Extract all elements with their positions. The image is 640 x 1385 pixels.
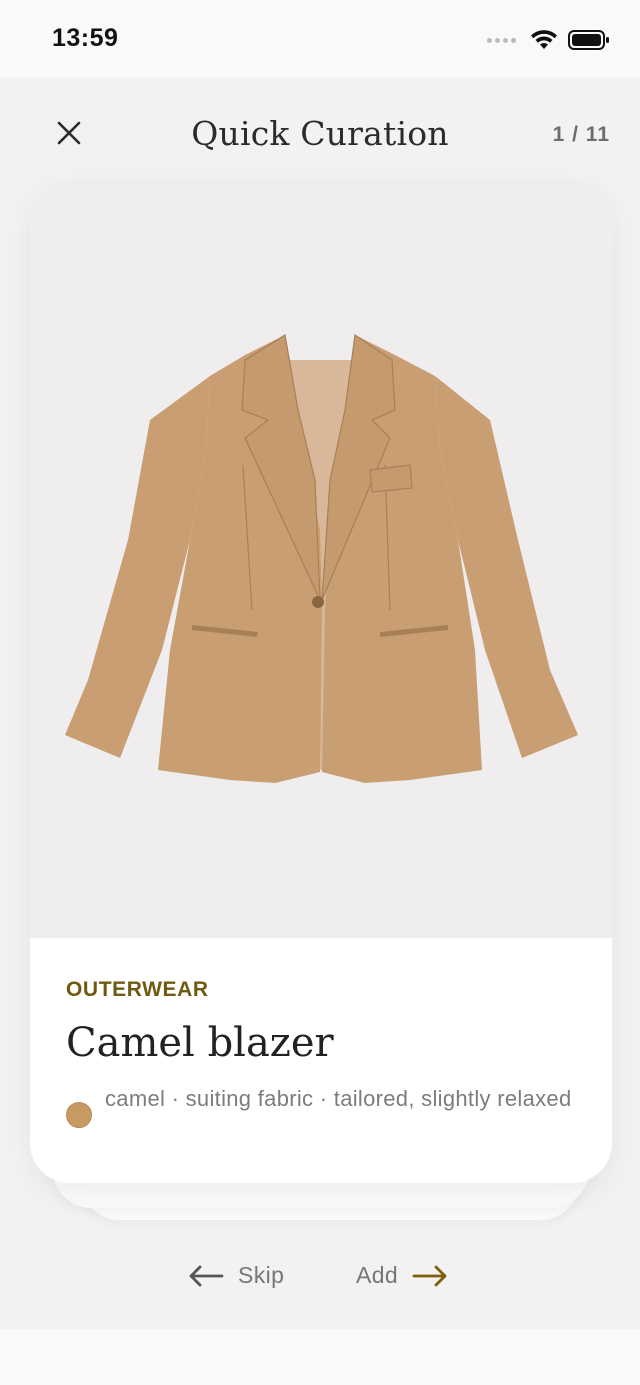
header: Quick Curation 1 / 11 (0, 78, 640, 188)
arrow-right-icon (412, 1265, 447, 1286)
item-title: Camel blazer (66, 1020, 334, 1066)
add-label: Add (356, 1262, 399, 1288)
item-category: OUTERWEAR (66, 978, 209, 1001)
wifi-icon (531, 30, 557, 49)
add-button[interactable]: Add (356, 1262, 448, 1289)
bottom-bar (0, 1329, 640, 1385)
page-title: Quick Curation (191, 114, 449, 153)
item-details: OUTERWEAR Camel blazer camel · suiting f… (30, 938, 612, 1183)
item-image (30, 180, 612, 940)
curation-card[interactable]: OUTERWEAR Camel blazer camel · suiting f… (30, 180, 612, 1183)
arrow-left-icon (189, 1265, 224, 1286)
cellular-dots-icon (487, 37, 516, 43)
progress-counter: 1 / 11 (552, 123, 610, 146)
status-icons (487, 26, 610, 54)
camel-blazer-image (65, 333, 578, 783)
battery-icon (568, 30, 609, 50)
skip-button[interactable]: Skip (188, 1262, 284, 1289)
skip-label: Skip (238, 1262, 285, 1288)
item-attributes: camel · suiting fabric · tailored, sligh… (105, 1086, 572, 1111)
status-bar: 13:59 (0, 0, 640, 78)
status-time: 13:59 (52, 24, 119, 52)
swipe-actions: Skip Add (0, 1250, 640, 1310)
color-swatch (66, 1102, 92, 1128)
